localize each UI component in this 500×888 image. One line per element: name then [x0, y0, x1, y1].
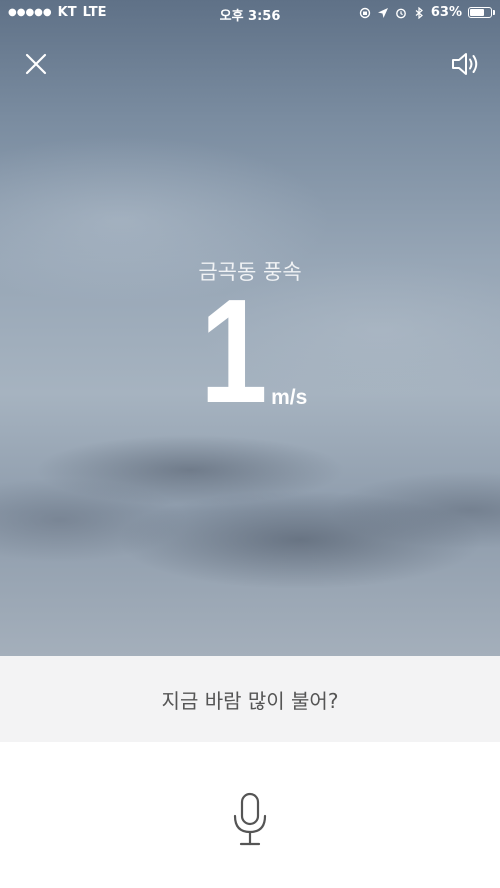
status-bar: ●●●●● KT LTE 오후 3:56 63%	[0, 0, 500, 26]
alarm-icon	[395, 8, 406, 18]
close-button[interactable]	[20, 48, 52, 80]
speaker-button[interactable]	[448, 46, 484, 82]
speaker-icon	[452, 53, 478, 75]
battery-fill	[470, 9, 484, 16]
wind-speed-unit: m/s	[271, 386, 308, 409]
location-arrow-icon	[377, 7, 388, 18]
microphone-button[interactable]	[226, 790, 274, 850]
battery-percent: 63%	[430, 5, 462, 20]
status-right: 63%	[359, 5, 495, 20]
microphone-icon	[233, 792, 267, 846]
battery-icon	[468, 7, 495, 18]
voice-prompt-text: 지금 바람 많이 불어?	[161, 688, 339, 713]
bluetooth-icon	[415, 6, 423, 19]
close-icon	[25, 53, 47, 75]
voice-prompt-bar: 지금 바람 많이 불어?	[0, 656, 500, 742]
app-screen: ●●●●● KT LTE 오후 3:56 63% 금곡동 풍속 1 m/s 지금…	[0, 0, 500, 888]
wind-value-group: 1 m/s	[0, 269, 500, 434]
wind-speed-value: 1	[199, 269, 268, 434]
mic-area	[0, 742, 500, 888]
orientation-lock-icon	[359, 7, 371, 18]
